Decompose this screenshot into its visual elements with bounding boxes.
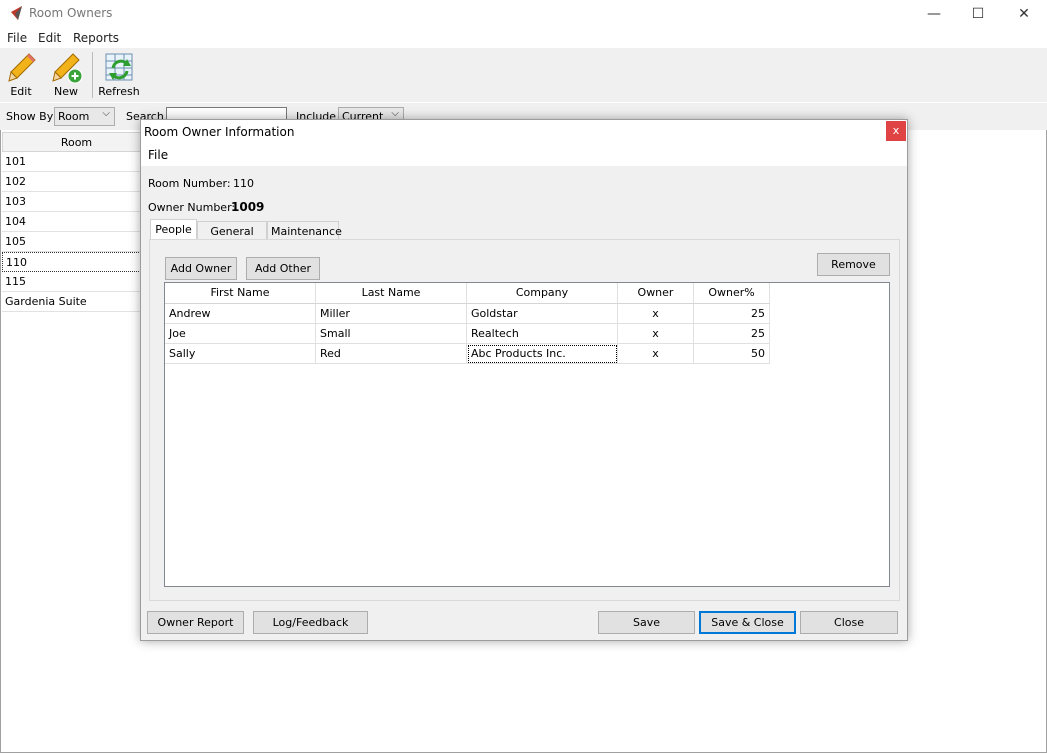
owner-number-label: Owner Number: <box>148 201 236 214</box>
grid-cell-first-name[interactable]: Joe <box>165 324 316 344</box>
minimize-icon[interactable]: — <box>911 0 957 28</box>
grid-cell-last-name[interactable]: Small <box>316 324 467 344</box>
grid-cell-last-name[interactable]: Miller <box>316 304 467 324</box>
maximize-icon[interactable]: ☐ <box>955 0 1001 28</box>
show-by-value: Room <box>58 110 90 123</box>
save-close-button[interactable]: Save & Close <box>699 611 796 634</box>
grid-cell-company[interactable]: Goldstar <box>467 304 618 324</box>
grid-cell-owner-percent[interactable]: 25 <box>694 304 770 324</box>
room-list-item[interactable]: 104 <box>2 212 151 232</box>
edit-label: Edit <box>10 85 32 98</box>
room-list-item[interactable]: 101 <box>2 152 151 172</box>
dialog-menu-bar: File <box>141 144 907 166</box>
grid-cell-first-name[interactable]: Andrew <box>165 304 316 324</box>
tab-maintenance[interactable]: Maintenance <box>267 221 342 240</box>
save-button[interactable]: Save <box>598 611 695 634</box>
menu-bar: File Edit Reports <box>0 28 1047 48</box>
room-list-item[interactable]: Gardenia Suite <box>2 292 151 312</box>
owner-report-button[interactable]: Owner Report <box>147 611 244 634</box>
room-list-item[interactable]: 103 <box>2 192 151 212</box>
room-list-item[interactable]: 110 <box>2 252 151 272</box>
room-list-item[interactable]: 105 <box>2 232 151 252</box>
column-header-last-name[interactable]: Last Name <box>316 283 467 304</box>
log-feedback-button[interactable]: Log/Feedback <box>253 611 368 634</box>
grid-cell-first-name[interactable]: Sally <box>165 344 316 364</box>
dialog-close-icon[interactable]: x <box>886 121 906 141</box>
owner-number-value: 1009 <box>231 200 265 214</box>
dialog-title: Room Owner Information <box>144 125 295 139</box>
grid-cell-owner-percent[interactable]: 50 <box>694 344 770 364</box>
grid-cell-owner-percent[interactable]: 25 <box>694 324 770 344</box>
new-label: New <box>54 85 78 98</box>
edit-button[interactable]: Edit <box>3 50 39 100</box>
grid-cell-last-name[interactable]: Red <box>316 344 467 364</box>
show-by-label: Show By <box>6 110 54 123</box>
owners-grid: First Name Last Name Company Owner Owner% And… <box>164 282 890 587</box>
room-column-header[interactable]: Room <box>2 132 151 152</box>
tab-general-info[interactable]: General Info <box>197 221 267 251</box>
column-header-owner-percent[interactable]: Owner% <box>694 283 770 304</box>
grid-cell-owner[interactable]: x <box>618 344 694 364</box>
dialog-title-bar: Room Owner Information x <box>141 120 907 144</box>
refresh-label: Refresh <box>98 85 140 98</box>
remove-button[interactable]: Remove <box>817 253 890 276</box>
toolbar-separator <box>92 52 93 98</box>
pencil-icon <box>8 53 36 82</box>
new-button[interactable]: New <box>47 50 85 100</box>
add-owner-button[interactable]: Add Owner <box>165 257 237 280</box>
window-title-bar: Room Owners — ☐ ✕ <box>0 0 1047 28</box>
column-header-first-name[interactable]: First Name <box>165 283 316 304</box>
window-close-icon[interactable]: ✕ <box>1001 0 1047 28</box>
grid-cell-owner[interactable]: x <box>618 304 694 324</box>
dialog-menu-file[interactable]: File <box>148 148 168 162</box>
close-button[interactable]: Close <box>800 611 898 634</box>
refresh-button[interactable]: Refresh <box>97 50 141 100</box>
tab-people[interactable]: People <box>150 219 197 240</box>
grid-cell-owner[interactable]: x <box>618 324 694 344</box>
room-list-item[interactable]: 102 <box>2 172 151 192</box>
menu-edit[interactable]: Edit <box>38 31 61 45</box>
chevron-down-icon: ⌵ <box>391 108 399 119</box>
room-number-value: 110 <box>233 177 254 190</box>
chevron-down-icon: ⌵ <box>102 108 110 119</box>
room-list-item[interactable]: 115 <box>2 272 151 292</box>
window-title: Room Owners <box>29 6 113 20</box>
menu-reports[interactable]: Reports <box>73 31 119 45</box>
pencil-add-icon <box>52 53 83 84</box>
grid-cell-company[interactable]: Abc Products Inc. <box>467 344 618 364</box>
column-header-company[interactable]: Company <box>467 283 618 304</box>
column-header-owner[interactable]: Owner <box>618 283 694 304</box>
show-by-select[interactable]: Room ⌵ <box>54 107 115 126</box>
toolbar: Edit New Refresh <box>0 48 1047 102</box>
room-owner-dialog: Room Owner Information x File Room Numbe… <box>140 119 908 641</box>
grid-cell-company[interactable]: Realtech <box>467 324 618 344</box>
menu-file[interactable]: File <box>7 31 27 45</box>
refresh-icon <box>105 53 133 81</box>
room-number-label: Room Number: <box>148 177 231 190</box>
add-other-button[interactable]: Add Other <box>246 257 320 280</box>
app-logo-icon <box>11 6 22 20</box>
